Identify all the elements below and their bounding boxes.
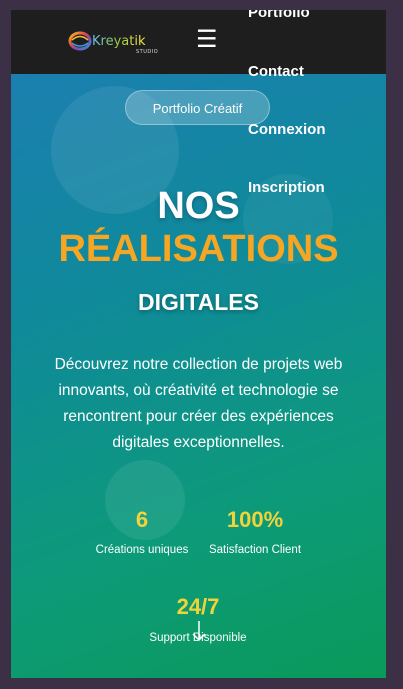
svg-text:STUDIO: STUDIO (136, 49, 158, 55)
arrow-down-icon[interactable] (191, 620, 207, 642)
nav-link-contact[interactable]: Contact (248, 63, 304, 80)
navbar: Kreyatik STUDIO ☰ (11, 10, 386, 74)
nav-link-connexion[interactable]: Connexion (248, 121, 326, 138)
stat-satisfaction-value: 100% (226, 507, 284, 532)
stat-support-value: 24/7 (176, 594, 220, 619)
hero-description: Découvrez notre collection de projets we… (54, 356, 343, 451)
hero-title-line1: NOS (157, 185, 240, 227)
stat-creations-label: Créations uniques (95, 544, 189, 556)
nav-link-portfolio[interactable]: Portfolio (248, 10, 310, 21)
stat-creations-value: 6 (135, 507, 149, 532)
kreyatik-logo[interactable]: Kreyatik STUDIO (68, 27, 168, 57)
hamburger-icon[interactable]: ☰ (196, 27, 218, 53)
hero-title-line3: DIGITALES (138, 289, 259, 315)
svg-text:Kreyatik: Kreyatik (92, 34, 146, 49)
portfolio-badge: Portfolio Créatif (125, 90, 270, 125)
browser-viewport: Kreyatik STUDIO ☰ Portfolio Contact Conn… (11, 10, 386, 678)
hero-title-line2: RÉALISATIONS (58, 228, 339, 270)
stat-satisfaction-label: Satisfaction Client (208, 544, 302, 556)
